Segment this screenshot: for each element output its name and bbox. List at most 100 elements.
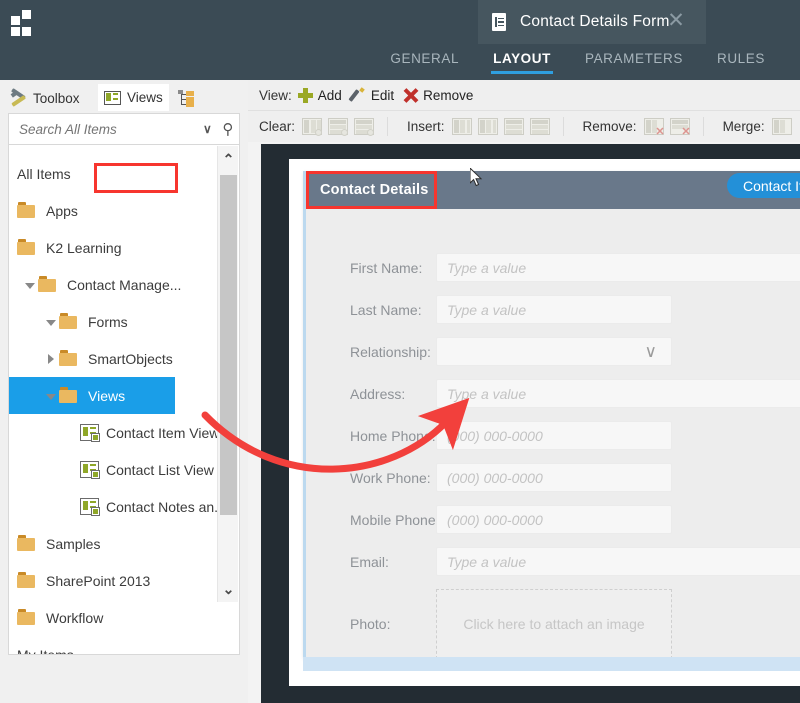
- folder-icon: [59, 313, 81, 330]
- panel-tab-tree[interactable]: [178, 83, 197, 113]
- search-input[interactable]: [19, 121, 198, 137]
- insert-row-below-icon[interactable]: [529, 117, 551, 136]
- tree-item[interactable]: Contact Item View: [9, 414, 223, 451]
- tree-item[interactable]: Samples: [9, 525, 223, 562]
- field-label: Last Name:: [350, 301, 422, 318]
- view-icon: [80, 498, 100, 516]
- form-field-row: Email: Type a value: [306, 547, 800, 576]
- form-design-canvas[interactable]: Contact Details First Name: Type a value L…: [248, 142, 800, 703]
- form-surface[interactable]: Contact Details First Name: Type a value L…: [289, 159, 800, 686]
- scroll-down-icon[interactable]: ⌄: [218, 576, 239, 602]
- tab-rules[interactable]: RULES: [700, 44, 782, 80]
- insert-column-left-icon[interactable]: [451, 117, 473, 136]
- toolbar-divider: [387, 117, 389, 136]
- tree-item-label: Contact List View: [106, 461, 214, 478]
- remove-button[interactable]: Remove: [403, 88, 473, 103]
- tree-item[interactable]: Contact Manage...: [9, 266, 223, 303]
- insert-column-right-icon[interactable]: [477, 117, 499, 136]
- field-input[interactable]: (000) 000-0000: [436, 421, 672, 450]
- tree-item[interactable]: Views: [9, 377, 175, 414]
- clear-group-label: Clear:: [259, 119, 296, 134]
- tree-item[interactable]: SharePoint 2013: [9, 562, 223, 599]
- tab-layout[interactable]: LAYOUT: [476, 44, 568, 80]
- chevron-right-icon[interactable]: [43, 351, 59, 367]
- vertical-scroll-thumb[interactable]: [220, 175, 237, 515]
- folder-icon: [59, 387, 81, 404]
- tree-item[interactable]: K2 Learning: [9, 229, 223, 266]
- tree-vertical-scrollbar[interactable]: ⌃ ⌄: [217, 146, 238, 602]
- form-field-row: Work Phone: (000) 000-0000: [306, 463, 672, 492]
- search-bar: ∨ ⚲: [8, 113, 240, 145]
- contact-item-view-panel[interactable]: Contact Details First Name: Type a value L…: [303, 171, 800, 659]
- merge-cells-icon[interactable]: [771, 117, 793, 136]
- tree-item-label: Contact Notes an...: [106, 498, 226, 515]
- twist-spacer: [9, 573, 17, 589]
- document-tab-title: Contact Details Form: [520, 13, 670, 30]
- panel-tab-toolbox[interactable]: Toolbox: [10, 83, 80, 113]
- form-field-row: Mobile Phone: (000) 000-0000: [306, 505, 672, 534]
- tab-general[interactable]: GENERAL: [373, 44, 476, 80]
- field-placeholder: Type a value: [447, 259, 527, 276]
- folder-icon: [17, 609, 39, 626]
- clear-column-icon[interactable]: [301, 117, 323, 136]
- chevron-down-icon[interactable]: [22, 277, 38, 293]
- tree-item-label: Samples: [46, 535, 101, 552]
- remove-column-icon[interactable]: ✕: [643, 117, 665, 138]
- search-icon[interactable]: ⚲: [217, 120, 239, 138]
- remove-row-icon[interactable]: ✕: [669, 117, 691, 138]
- folder-icon: [59, 350, 81, 367]
- tree-item[interactable]: My Items: [9, 636, 223, 655]
- toolbox-wrench-icon: [10, 88, 28, 107]
- form-field-row: Home Phone: (000) 000-0000: [306, 421, 672, 450]
- twist-spacer: [9, 647, 17, 655]
- tree-item[interactable]: Contact Notes an...: [9, 488, 226, 525]
- field-dropdown[interactable]: ∨: [436, 337, 672, 366]
- view-name-badge[interactable]: Contact Item V: [727, 173, 800, 198]
- close-icon[interactable]: ✕: [666, 10, 686, 32]
- clear-table-icon[interactable]: [353, 117, 375, 136]
- chevron-down-icon[interactable]: ∨: [198, 122, 217, 136]
- panel-tab-views[interactable]: Views: [98, 84, 169, 111]
- clear-row-icon[interactable]: [327, 117, 349, 136]
- tree-item[interactable]: Forms: [9, 303, 223, 340]
- field-input[interactable]: (000) 000-0000: [436, 505, 672, 534]
- canvas-backdrop: Contact Details First Name: Type a value L…: [261, 144, 800, 703]
- chevron-down-icon[interactable]: [43, 314, 59, 330]
- tree-item[interactable]: All Items: [9, 155, 223, 192]
- field-input[interactable]: Type a value: [436, 547, 800, 576]
- field-placeholder: (000) 000-0000: [447, 469, 543, 486]
- view-icon: [80, 424, 100, 442]
- chevron-down-icon[interactable]: ∨: [645, 342, 657, 362]
- view-header[interactable]: Contact Details: [306, 171, 800, 209]
- tree-item-label: My Items: [17, 646, 74, 655]
- field-input[interactable]: Type a value: [436, 295, 672, 324]
- field-input[interactable]: Type a value: [436, 253, 800, 282]
- document-tab-contact-details-form[interactable]: Contact Details Form ✕: [478, 0, 706, 44]
- scroll-up-icon[interactable]: ⌃: [218, 146, 239, 172]
- field-input[interactable]: (000) 000-0000: [436, 463, 672, 492]
- add-button[interactable]: Add: [297, 87, 342, 103]
- field-input[interactable]: Type a value: [436, 379, 800, 408]
- tree-item[interactable]: SmartObjects: [9, 340, 223, 377]
- tree-item[interactable]: Contact List View: [9, 451, 223, 488]
- field-label: Work Phone:: [350, 469, 431, 486]
- twist-spacer: [9, 240, 17, 256]
- folder-icon: [17, 202, 39, 219]
- twist-spacer: [64, 425, 80, 441]
- tree-item[interactable]: Workflow: [9, 599, 223, 636]
- chevron-down-icon[interactable]: [43, 388, 59, 404]
- pencil-icon: [348, 86, 366, 103]
- photo-attachment-dropzone[interactable]: Click here to attach an image: [436, 589, 672, 659]
- k2-logo[interactable]: [11, 10, 35, 36]
- twist-spacer: [9, 536, 17, 552]
- panel-tab-views-label: Views: [127, 90, 163, 105]
- folder-icon: [17, 535, 39, 552]
- tree-item[interactable]: Apps: [9, 192, 223, 229]
- insert-group-label: Insert:: [407, 119, 445, 134]
- toolbar-divider: [702, 117, 704, 136]
- insert-row-above-icon[interactable]: [503, 117, 525, 136]
- twist-spacer: [9, 203, 17, 219]
- tab-parameters[interactable]: PARAMETERS: [568, 44, 700, 80]
- photo-attachment-label: Click here to attach an image: [463, 616, 645, 632]
- edit-button[interactable]: Edit: [348, 86, 394, 103]
